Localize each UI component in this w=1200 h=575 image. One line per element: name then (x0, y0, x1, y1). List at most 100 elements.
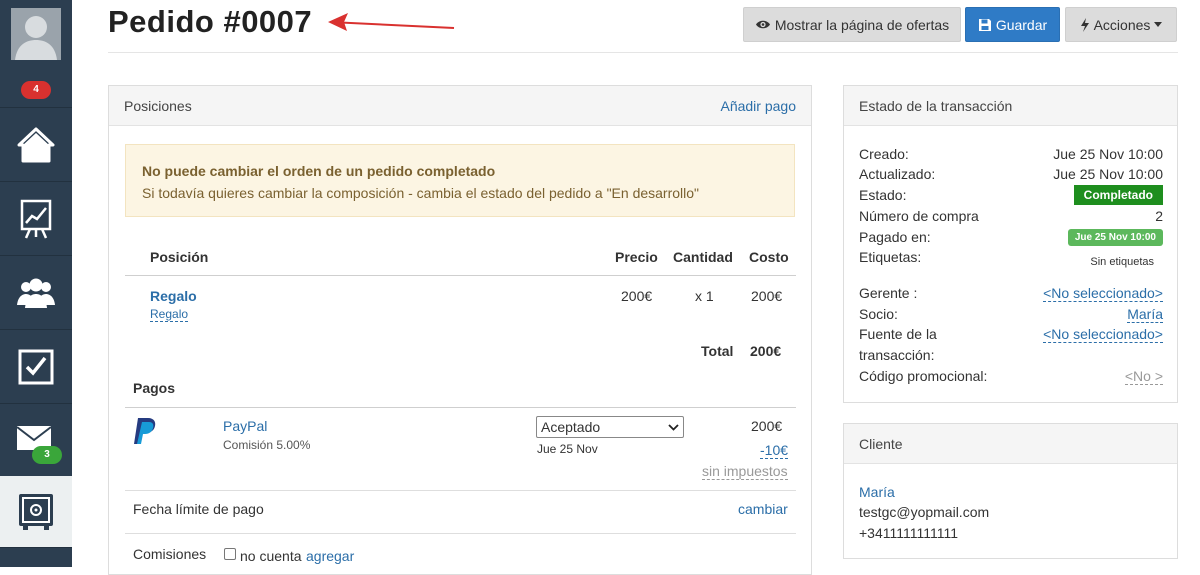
mail-badge: 3 (32, 446, 62, 464)
col-cost-header: Costo (749, 249, 789, 265)
bolt-icon (1080, 17, 1089, 32)
position-price: 200€ (621, 288, 653, 304)
sidebar-item-users[interactable] (0, 257, 72, 330)
floppy-disk-icon (978, 18, 991, 31)
status-row: Estado: Completado (859, 185, 1163, 205)
source-select-link[interactable]: <No seleccionado> (1043, 326, 1163, 343)
tax-note-link[interactable]: sin impuestos (702, 463, 788, 480)
payments-rule (125, 407, 796, 408)
position-name-link[interactable]: Regalo (150, 288, 197, 304)
chevron-down-icon (668, 423, 679, 431)
transaction-title: Estado de la transacción (859, 97, 1013, 114)
source-label-line1: Fuente de la (859, 326, 937, 342)
source-row-cont: transacción: (859, 347, 1163, 363)
deadline-rule (125, 533, 796, 534)
sidebar-item-safe[interactable] (0, 476, 72, 548)
save-label: Guardar (995, 16, 1048, 33)
positions-panel: Posiciones Añadir pago No puede cambiar … (108, 85, 812, 575)
manager-row: Gerente : <No seleccionado> (859, 285, 1163, 302)
payment-amount: 200€ (751, 418, 783, 434)
transaction-panel-header: Estado de la transacción (844, 86, 1177, 126)
sidebar: 4 3 (0, 0, 72, 567)
change-deadline-link[interactable]: cambiar (738, 501, 788, 517)
notifications[interactable]: 4 (0, 72, 72, 108)
alert-text: Si todavía quieres cambiar la composició… (142, 185, 700, 201)
manager-label: Gerente : (859, 285, 918, 301)
partner-label: Socio: (859, 306, 898, 322)
completed-order-alert: No puede cambiar el orden de un pedido c… (125, 144, 795, 217)
positions-title: Posiciones (124, 97, 192, 114)
payments-title: Pagos (133, 380, 176, 396)
updated-row: Actualizado: Jue 25 Nov 10:00 (859, 166, 1163, 182)
show-offers-label: Mostrar la página de ofertas (774, 16, 950, 33)
promo-row: Código promocional: <No > (859, 368, 1163, 385)
home-icon (17, 127, 55, 163)
promo-select-link[interactable]: <No > (1124, 368, 1163, 385)
col-price-header: Precio (615, 249, 658, 265)
save-button[interactable]: Guardar (965, 7, 1060, 42)
payment-status-select[interactable]: Aceptado (536, 416, 684, 438)
col-quantity-header: Cantidad (673, 249, 733, 265)
total-value: 200€ (750, 343, 782, 359)
purchase-value: 2 (1155, 208, 1163, 224)
payment-row-rule (125, 490, 796, 491)
sidebar-item-mail[interactable]: 3 (0, 405, 72, 478)
user-avatar-icon (11, 8, 61, 60)
notifications-badge: 4 (21, 81, 51, 99)
tags-value: Sin etiquetas (1090, 256, 1154, 268)
sidebar-item-stats[interactable] (0, 183, 72, 256)
position-cost: 200€ (751, 288, 783, 304)
payment-status-value: Aceptado (541, 419, 601, 435)
purchase-label: Número de compra (859, 208, 979, 224)
partner-link[interactable]: María (1127, 306, 1163, 323)
transaction-panel: Estado de la transacción Creado: Jue 25 … (843, 85, 1178, 403)
chart-board-icon (20, 199, 52, 239)
sidebar-item-home[interactable] (0, 109, 72, 182)
annotation-arrow-icon (328, 13, 455, 31)
purchase-row: Número de compra 2 (859, 208, 1163, 224)
show-offers-button[interactable]: Mostrar la página de ofertas (743, 7, 961, 42)
users-icon (17, 278, 55, 308)
manager-select-link[interactable]: <No seleccionado> (1043, 285, 1163, 302)
payment-date: Jue 25 Nov (537, 442, 598, 456)
created-value: Jue 25 Nov 10:00 (1053, 146, 1163, 162)
page-title: Pedido #0007 (108, 4, 313, 39)
client-email: testgc@yopmail.com (859, 504, 990, 520)
positions-panel-header: Posiciones Añadir pago (109, 86, 811, 126)
payment-commission: Comisión 5.00% (223, 438, 311, 452)
client-phone: +3411111111111 (859, 525, 959, 541)
client-name-link[interactable]: María (859, 484, 895, 500)
checkbox-icon (18, 349, 54, 385)
no-count-label: no cuenta (240, 548, 302, 564)
client-panel: Cliente María testgc@yopmail.com +341111… (843, 423, 1178, 559)
sidebar-item-tasks[interactable] (0, 331, 72, 404)
paid-label: Pagado en: (859, 229, 931, 245)
payment-fee-link[interactable]: -10€ (760, 442, 789, 459)
position-qty: x 1 (695, 288, 714, 304)
caret-down-icon (1154, 22, 1163, 27)
status-label: Estado: (859, 187, 907, 203)
partner-row: Socio: María (859, 306, 1163, 323)
client-title: Cliente (859, 435, 903, 452)
actions-dropdown[interactable]: Acciones (1065, 7, 1177, 42)
header-divider (108, 52, 1178, 53)
paid-row: Pagado en: Jue 25 Nov 10:00 (859, 229, 1163, 246)
paid-badge: Jue 25 Nov 10:00 (1067, 229, 1163, 246)
total-label: Total (701, 343, 734, 359)
avatar[interactable] (0, 0, 72, 72)
created-row: Creado: Jue 25 Nov 10:00 (859, 146, 1163, 162)
add-commission-link[interactable]: agregar (306, 548, 354, 564)
payment-method-link[interactable]: PayPal (223, 418, 267, 434)
paypal-icon (134, 418, 156, 444)
no-count-checkbox[interactable] (224, 548, 236, 560)
promo-label: Código promocional: (859, 368, 988, 384)
actions-label: Acciones (1093, 16, 1151, 33)
source-label-line2: transacción: (859, 347, 935, 363)
position-sub-link[interactable]: Regalo (150, 307, 189, 322)
eye-icon (755, 20, 770, 29)
add-payment-link[interactable]: Añadir pago (720, 98, 796, 114)
updated-value: Jue 25 Nov 10:00 (1053, 166, 1163, 182)
table-header-rule (125, 275, 796, 276)
tags-row: Etiquetas: Sin etiquetas (859, 249, 1163, 268)
deadline-label: Fecha límite de pago (133, 501, 264, 517)
